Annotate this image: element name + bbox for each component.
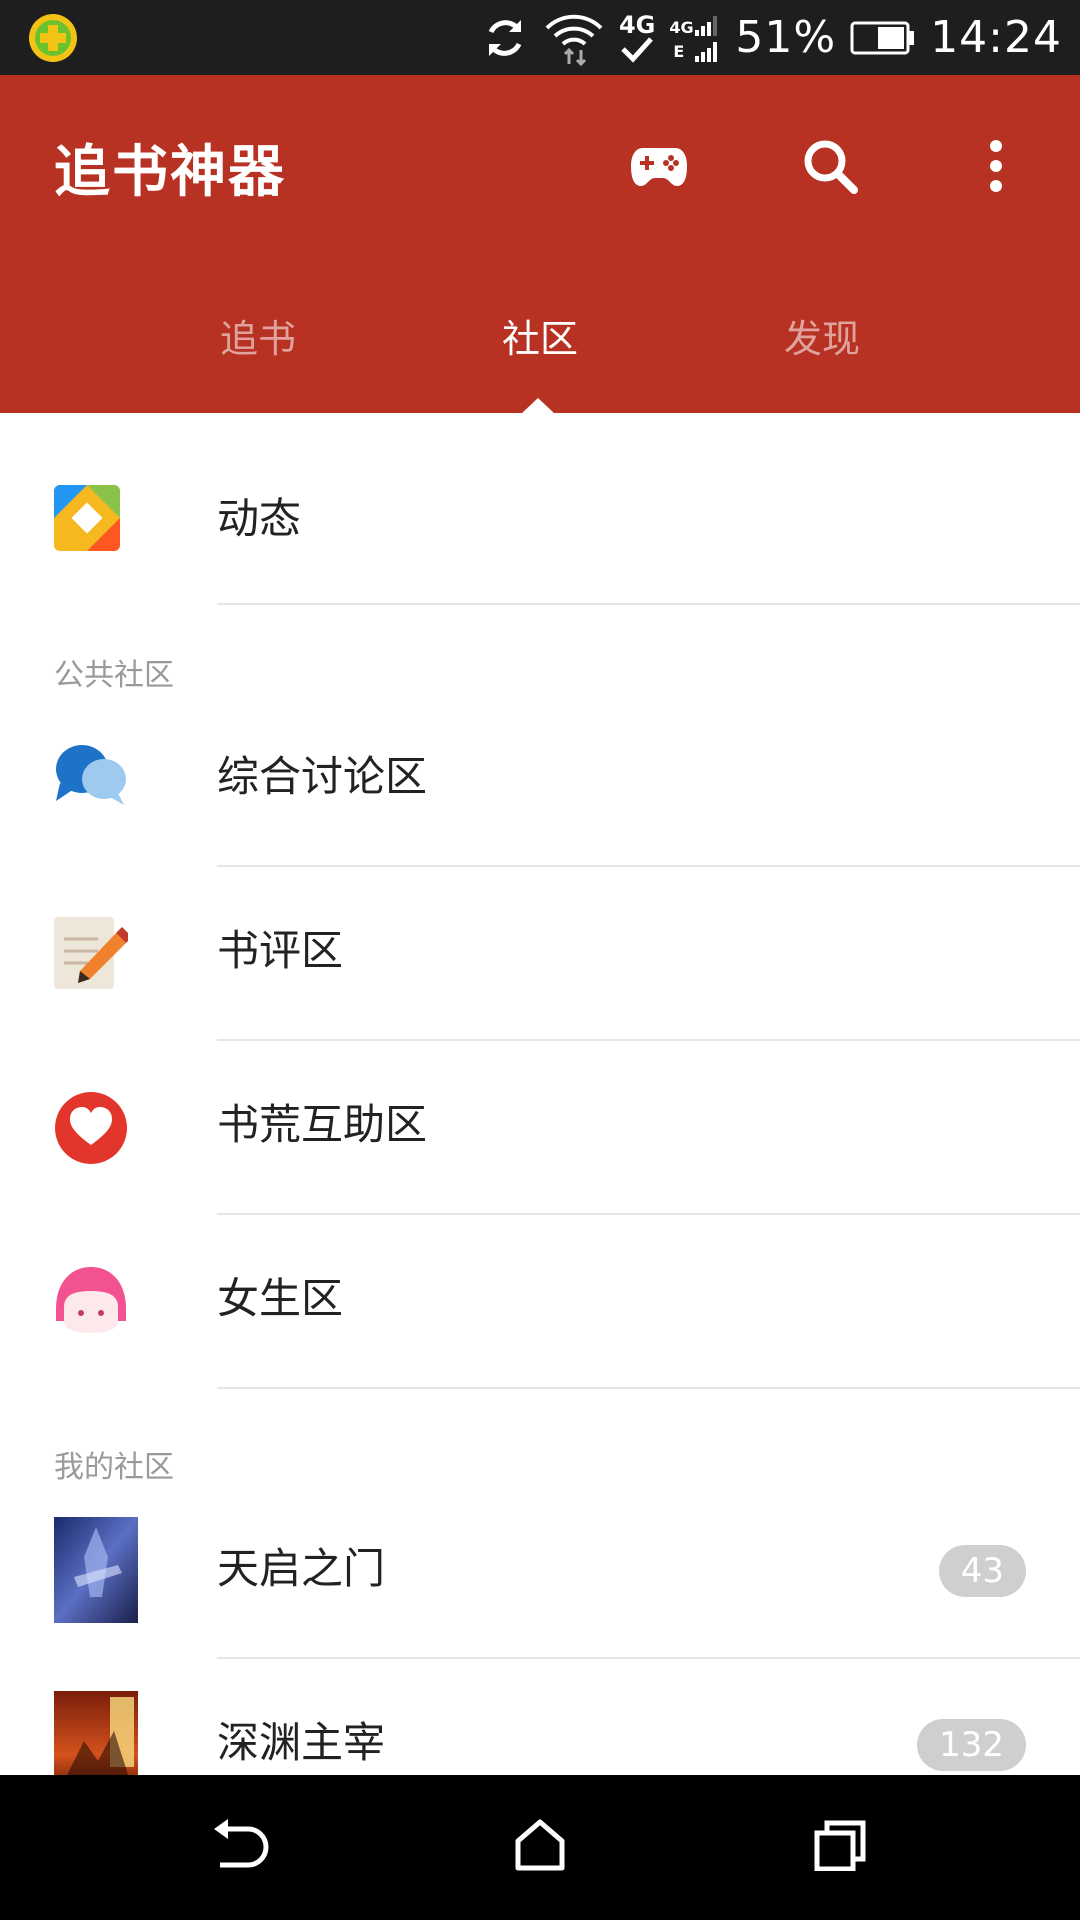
list-item-label: 深渊主宰 [217,1718,386,1767]
status-bar: 4G 4G E 51% 14:24 [0,0,1080,75]
book-cover-image [54,1517,138,1623]
list-item-girls[interactable]: 女生区 [0,1215,1080,1389]
divider [217,603,1080,605]
unread-count-badge: 43 [938,1545,1026,1597]
recent-apps-icon [813,1819,867,1875]
unread-count-badge: 132 [917,1719,1026,1771]
list-item-book-review[interactable]: 书评区 [0,867,1080,1041]
back-button[interactable] [200,1811,280,1883]
heart-icon [54,1091,128,1165]
back-icon [210,1819,270,1875]
active-tab-indicator [521,398,555,414]
list-item-my-community[interactable]: 深渊主宰 132 [0,1659,1080,1775]
home-button[interactable] [500,1811,580,1883]
app-bar: 追书神器 追书 社区 发现 [0,75,1080,414]
list-item-feed[interactable]: 动态 [0,413,1080,605]
wifi-icon [543,10,605,66]
gamepad-icon [629,144,689,192]
signal-icon: 4G E [669,10,721,66]
book-cover-image [54,1691,138,1775]
tab-zhuishu[interactable]: 追书 [117,285,399,385]
search-button[interactable] [785,123,875,213]
tab-community[interactable]: 社区 [399,285,681,385]
system-nav-bar [0,1775,1080,1920]
community-list: 动态 公共社区 综合讨论区 书评区 书荒互助区 女生区 我的社区 天启之门 43… [0,413,1080,1775]
girl-face-icon [54,1265,128,1339]
sync-icon [481,14,529,62]
app-title: 追书神器 [54,140,286,205]
battery-icon [850,21,916,55]
list-item-label: 动态 [217,494,302,543]
clock: 14:24 [930,12,1062,63]
recent-apps-button[interactable] [800,1811,880,1883]
battery-percent: 51% [735,12,837,63]
list-item-label: 书评区 [217,926,344,975]
app-360-icon [26,12,80,64]
list-item-label: 综合讨论区 [217,752,428,801]
divider [217,1387,1080,1389]
feed-icon [54,485,128,559]
tab-bar: 追书 社区 发现 [0,285,1080,385]
list-item-general-discussion[interactable]: 综合讨论区 [0,693,1080,867]
more-vertical-icon [989,139,1003,197]
list-item-label: 书荒互助区 [217,1100,428,1149]
game-center-button[interactable] [614,123,704,213]
list-item-my-community[interactable]: 天启之门 43 [0,1485,1080,1659]
section-header-public: 公共社区 [54,658,174,693]
4g-icon: 4G [619,13,655,63]
more-options-button[interactable] [951,123,1041,213]
chat-bubbles-icon [54,743,128,817]
tab-discover[interactable]: 发现 [681,285,963,385]
list-item-label: 天启之门 [217,1544,386,1593]
list-item-book-help[interactable]: 书荒互助区 [0,1041,1080,1215]
home-icon [514,1819,566,1875]
search-icon [802,138,858,198]
note-pencil-icon [54,917,132,991]
list-item-label: 女生区 [217,1274,344,1323]
section-header-mine: 我的社区 [54,1450,174,1485]
